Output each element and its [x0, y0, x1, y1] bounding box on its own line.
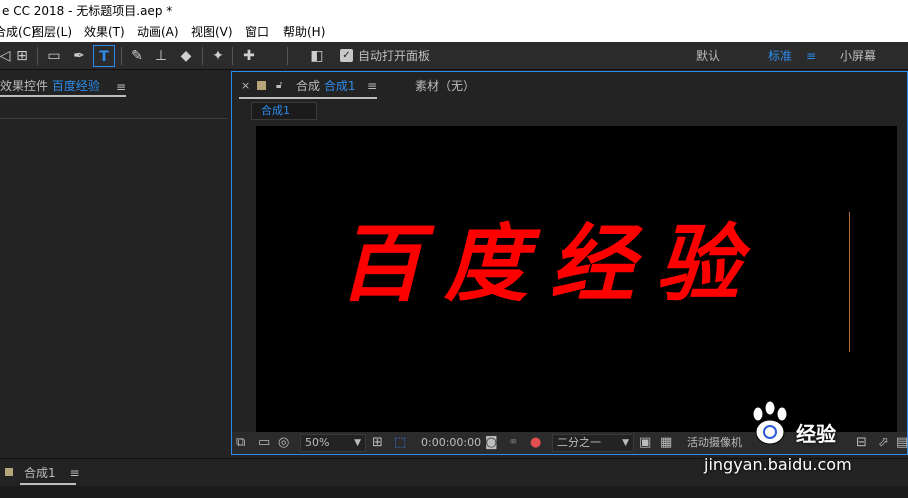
chevron-down-icon: ▼ [622, 438, 629, 448]
color-channels-icon[interactable]: ● [530, 435, 541, 451]
puppet-pin-tool-icon[interactable]: ✚ [238, 45, 260, 67]
timeline-tab-name: 合成1 [24, 466, 56, 480]
canvas-text-layer[interactable]: 百度经验 [338, 214, 762, 314]
timeline-tab[interactable]: 合成1 ≡ [24, 465, 80, 481]
footage-tab[interactable]: 素材（无） [415, 77, 475, 95]
effect-controls-label: 效果控件 [0, 79, 49, 93]
pen-tool-icon[interactable]: ✒ [68, 45, 90, 67]
composition-tab-name: 合成1 [323, 79, 356, 93]
watermark-url: jingyan.baidu.com [704, 455, 852, 474]
region-of-interest-icon[interactable]: ▣ [639, 435, 651, 451]
zoom-dropdown[interactable]: 50% ▼ [300, 434, 366, 452]
effect-controls-target: 百度经验 [51, 79, 100, 93]
effect-controls-panel: 效果控件 百度经验 ≡ [0, 71, 228, 455]
rectangle-tool-icon[interactable]: ▭ [43, 45, 65, 67]
chevron-down-icon: ▼ [354, 438, 361, 448]
panel-menu-icon[interactable]: ≡ [69, 466, 79, 480]
menu-view[interactable]: 视图(V) [191, 22, 233, 42]
auto-open-label: 自动打开面板 [358, 49, 431, 63]
workspace-standard[interactable]: 标准 [768, 46, 792, 66]
text-cursor [849, 212, 850, 352]
panel-toggle-icon[interactable]: ◧ [306, 45, 328, 67]
grid-guides-icon[interactable]: ⊞ [372, 435, 383, 451]
checkerboard-icon[interactable]: ▦ [660, 435, 672, 451]
auto-open-checkbox[interactable]: ✓ [340, 49, 353, 62]
type-tool-icon[interactable]: T [93, 45, 115, 67]
always-preview-icon[interactable]: ⧉ [236, 435, 245, 451]
workspace-small-screen[interactable]: 小屏幕 [840, 46, 876, 66]
snapshot-camera-icon[interactable]: ◙ [485, 435, 498, 451]
comp-color-swatch [5, 468, 13, 476]
eraser-tool-icon[interactable]: ◆ [175, 45, 197, 67]
effect-controls-tab[interactable]: 效果控件 百度经验 [0, 77, 100, 95]
timecode[interactable]: 0:00:00:00 [421, 435, 481, 451]
menu-effect[interactable]: 效果(T) [84, 22, 125, 42]
composition-panel: × 🔓︎ 合成 合成1 ≡ 素材（无） 合成1 百度经验 ⧉ ▭ ◎ 50% ▼… [231, 71, 908, 455]
watermark-logo-text: 经验 [796, 422, 836, 446]
menu-help[interactable]: 帮助(H) [283, 22, 325, 42]
anchor-point-tool-icon[interactable]: ⊞ [11, 45, 33, 67]
baidu-jingyan-watermark: 经验 jingyan.baidu.com [700, 400, 900, 480]
menu-layer[interactable]: 图层(L) [32, 22, 72, 42]
roto-brush-tool-icon[interactable]: ✦ [207, 45, 229, 67]
monitor-icon[interactable]: ▭ [258, 435, 270, 451]
clone-stamp-tool-icon[interactable]: ⊥ [150, 45, 172, 67]
panel-menu-icon[interactable]: ≡ [367, 77, 377, 95]
baidu-paw-logo-icon [752, 400, 788, 445]
comp-breadcrumb[interactable]: 合成1 [251, 102, 317, 120]
window-title: e CC 2018 - 无标题项目.aep * [0, 0, 908, 22]
menu-animation[interactable]: 动画(A) [137, 22, 179, 42]
transparency-grid-icon[interactable]: ⬚ [394, 435, 406, 451]
timeline-body [0, 486, 908, 498]
menu-bar: 合成(C) 图层(L) 效果(T) 动画(A) 视图(V) 窗口 帮助(H) [0, 22, 908, 42]
composition-tab[interactable]: 合成 合成1 [296, 77, 355, 95]
lock-icon[interactable]: 🔓︎ [276, 77, 282, 95]
composition-tab-label: 合成 [296, 79, 321, 93]
show-snapshot-icon[interactable]: ⚭ [508, 435, 519, 451]
workspace-menu-icon[interactable]: ≡ [806, 46, 816, 66]
comp-color-swatch [257, 81, 266, 90]
mask-visibility-icon[interactable]: ◎ [278, 435, 289, 451]
panel-menu-icon[interactable]: ≡ [116, 78, 126, 96]
resolution-dropdown[interactable]: 二分之一 ▼ [552, 434, 634, 452]
menu-composition[interactable]: 合成(C) [0, 22, 36, 42]
workspace-default[interactable]: 默认 [696, 46, 720, 66]
brush-tool-icon[interactable]: ✎ [126, 45, 148, 67]
composition-viewer[interactable]: 百度经验 [256, 126, 897, 432]
close-tab-icon[interactable]: × [241, 77, 250, 95]
menu-window[interactable]: 窗口 [245, 22, 269, 42]
resolution-value: 二分之一 [557, 436, 601, 449]
zoom-value: 50% [305, 436, 330, 449]
